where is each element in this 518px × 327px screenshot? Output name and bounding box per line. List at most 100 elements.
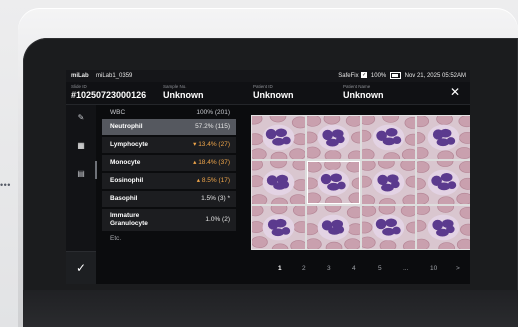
cell-thumbnail[interactable] [252, 161, 305, 204]
red-blood-cell [378, 206, 396, 215]
nucleus-lobe [447, 181, 457, 189]
cell-type-name: Immature Granulocyte [110, 212, 148, 227]
side-dots-decoration: • • • [0, 180, 10, 190]
status-right: SafeFix ✓ 100% Nov 21, 2025 05:52AM [338, 70, 466, 82]
cell-type-value: 1.5% (3) * [201, 195, 230, 202]
bezel-bottom [23, 290, 518, 327]
wbc-row-monocyte[interactable]: Monocyte ▴ 18.4% (37) [102, 155, 236, 171]
confirm-button[interactable]: ✓ [66, 251, 96, 284]
cell-thumbnail[interactable] [252, 206, 305, 249]
wbc-row-lymphocyte[interactable]: Lymphocyte ▾ 13.4% (27) [102, 137, 236, 153]
nucleus-lobe [337, 181, 346, 190]
red-blood-cell [436, 116, 453, 125]
wbc-total: 100% (201) [196, 109, 230, 116]
red-blood-cell [292, 133, 305, 146]
red-blood-cell [345, 116, 360, 127]
red-blood-cell [252, 221, 265, 233]
cell-type-name: Eosinophil [110, 177, 144, 184]
nucleus-lobe [391, 180, 400, 189]
cell-type-name: Neutrophil [110, 123, 143, 130]
red-blood-cell [346, 161, 360, 173]
page-number[interactable]: 2 [302, 263, 306, 275]
red-blood-cell [291, 116, 305, 129]
wbc-row-neutrophil[interactable]: Neutrophil 57.2% (115) [102, 119, 236, 135]
device-screen: miLab miLab1_0359 SafeFix ✓ 100% Nov 21,… [66, 70, 470, 284]
red-blood-cell [252, 175, 265, 188]
red-blood-cell [455, 147, 470, 159]
close-button[interactable]: ✕ [450, 85, 460, 99]
wbc-row-basophil[interactable]: Basophil 1.5% (3) * [102, 191, 236, 207]
cell-thumbnail[interactable] [307, 116, 360, 159]
nucleus-lobe [265, 128, 277, 140]
safefix-check-icon: ✓ [361, 72, 368, 79]
wbc-header: WBC 100% (201) [102, 106, 236, 119]
nucleus-lobe [385, 128, 398, 137]
red-blood-cell [417, 161, 430, 173]
red-blood-cell [437, 150, 454, 159]
sample-no-field: Sample No. Unknown [163, 84, 204, 101]
slide-id-field: Slide ID #10250723000126 [71, 84, 146, 101]
cell-thumbnail[interactable] [307, 206, 360, 249]
battery-icon [389, 71, 401, 79]
cell-type-name: Monocyte [110, 159, 141, 166]
red-blood-cell [400, 206, 415, 217]
red-blood-cell [400, 161, 415, 171]
cell-thumbnail[interactable] [417, 116, 470, 159]
edit-icon[interactable]: ✎ [66, 107, 96, 129]
nucleus-lobe [440, 173, 453, 182]
nucleus-lobe [375, 218, 387, 230]
red-blood-cell [307, 116, 322, 127]
red-blood-cell [307, 161, 322, 173]
cell-thumbnail[interactable] [362, 116, 415, 159]
page-number[interactable]: 4 [352, 263, 356, 275]
page-number[interactable]: 10 [430, 263, 437, 275]
nucleus-lobe [280, 180, 290, 189]
page-ellipsis: ... [403, 265, 409, 272]
red-blood-cell [307, 238, 322, 249]
nucleus-lobe [274, 218, 287, 228]
wbc-row-eosinophil[interactable]: Eosinophil ▴ 8.5% (17) [102, 173, 236, 189]
red-blood-cell [292, 179, 305, 191]
nucleus-lobe [446, 225, 455, 234]
white-blood-cell [372, 169, 405, 196]
white-blood-cell [427, 214, 460, 241]
wbc-row-immature-granulocyte[interactable]: Immature Granulocyte 1.0% (2) [102, 209, 236, 231]
nucleus-lobe [439, 128, 452, 138]
next-page-icon[interactable]: > [456, 263, 460, 275]
nucleus-lobe [392, 226, 401, 235]
grid-view-icon[interactable]: ▦ [66, 135, 96, 157]
cell-type-value: 57.2% (115) [195, 123, 230, 130]
red-blood-cell [252, 194, 268, 204]
white-blood-cell [262, 214, 295, 241]
page-number[interactable]: 1 [278, 263, 282, 275]
cell-thumbnail[interactable] [362, 161, 415, 204]
cell-type-name: Basophil [110, 195, 138, 202]
nucleus-lobe [335, 225, 345, 234]
red-blood-cell [347, 223, 360, 236]
cell-type-value: ▴ 18.4% (37) [193, 159, 230, 166]
nucleus-lobe [446, 137, 456, 145]
nucleus-lobe [275, 128, 287, 138]
patient-name-field: Patient Name Unknown [343, 84, 384, 101]
red-blood-cell [307, 146, 321, 159]
page-number[interactable]: 3 [327, 263, 331, 275]
nucleus-lobe [322, 129, 333, 141]
white-blood-cell [427, 124, 460, 151]
report-icon[interactable]: ▤ [66, 163, 96, 185]
cell-thumbnail[interactable] [362, 206, 415, 249]
red-blood-cell [362, 206, 377, 217]
battery-percent: 100% [370, 73, 387, 79]
cell-thumbnail[interactable] [307, 161, 360, 204]
cell-thumbnail[interactable] [252, 116, 305, 159]
red-blood-cell [456, 192, 470, 204]
red-blood-cell [289, 148, 305, 159]
cell-thumbnail[interactable] [417, 206, 470, 249]
red-blood-cell [346, 206, 360, 219]
device-id: miLab1_0359 [96, 73, 133, 79]
red-blood-cell [324, 161, 341, 171]
sidebar: ✎ ▦ ▤ ✓ [66, 105, 97, 284]
red-blood-cell [344, 238, 360, 249]
page-number[interactable]: 5 [378, 263, 382, 275]
cell-thumbnail[interactable] [417, 161, 470, 204]
wbc-label: WBC [110, 109, 126, 116]
